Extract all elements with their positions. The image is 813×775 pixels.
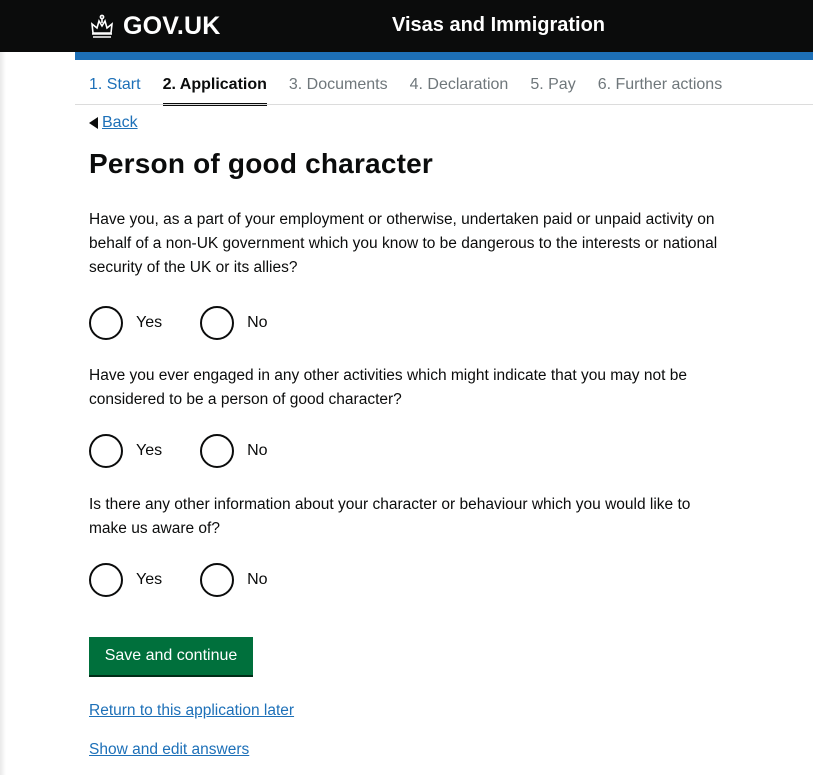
- question-1-text: Have you, as a part of your employment o…: [89, 211, 718, 276]
- progress-steps: 1. Start 2. Application 3. Documents 4. …: [89, 76, 744, 106]
- question-3-yes[interactable]: Yes: [89, 563, 162, 597]
- radio-button[interactable]: [200, 434, 235, 468]
- radio-button[interactable]: [89, 563, 123, 597]
- page-edge: [0, 0, 6, 775]
- radio-label: Yes: [136, 442, 163, 459]
- header-blue-stripe: [75, 52, 813, 60]
- radio-label: No: [247, 314, 268, 331]
- back-arrow-icon: [89, 117, 98, 129]
- question-2-yes[interactable]: Yes: [89, 434, 162, 468]
- save-and-continue-button[interactable]: Save and continue: [89, 637, 253, 675]
- crown-icon: [90, 14, 114, 38]
- step-start[interactable]: 1. Start: [89, 76, 141, 104]
- site-header: GOV.UK Visas and Immigration: [0, 0, 813, 52]
- radio-label: No: [247, 442, 268, 459]
- step-pay: 5. Pay: [530, 76, 576, 93]
- radio-label: Yes: [136, 571, 163, 588]
- question-2-text: Have you ever engaged in any other activ…: [89, 367, 687, 408]
- question-1-yes[interactable]: Yes: [89, 306, 162, 340]
- radio-button[interactable]: [200, 306, 235, 340]
- back-link-label: Back: [102, 114, 138, 131]
- step-further-actions: 6. Further actions: [597, 76, 723, 93]
- step-declaration: 4. Declaration: [409, 76, 509, 93]
- question-3-no[interactable]: No: [200, 563, 268, 597]
- page-title: Person of good character: [89, 148, 433, 179]
- question-1-no[interactable]: No: [200, 306, 268, 340]
- show-edit-answers-link[interactable]: Show and edit answers: [89, 741, 249, 759]
- radio-button[interactable]: [89, 434, 123, 468]
- logo-text: GOV.UK: [123, 11, 221, 40]
- radio-label: Yes: [136, 314, 163, 331]
- question-3-radios: Yes No: [89, 563, 306, 597]
- service-name[interactable]: Visas and Immigration: [392, 14, 605, 37]
- question-3-text: Is there any other information about you…: [89, 496, 691, 537]
- back-link[interactable]: Back: [89, 114, 138, 132]
- step-application: 2. Application: [162, 76, 268, 106]
- question-2-radios: Yes No: [89, 434, 306, 468]
- question-2-no[interactable]: No: [200, 434, 268, 468]
- steps-divider: [75, 104, 813, 105]
- question-1-radios: Yes No: [89, 306, 306, 340]
- return-later-link[interactable]: Return to this application later: [89, 702, 294, 720]
- radio-label: No: [247, 571, 268, 588]
- radio-button[interactable]: [89, 306, 123, 340]
- step-documents: 3. Documents: [288, 76, 388, 93]
- radio-button[interactable]: [200, 563, 235, 597]
- govuk-logo-link[interactable]: GOV.UK: [89, 10, 221, 42]
